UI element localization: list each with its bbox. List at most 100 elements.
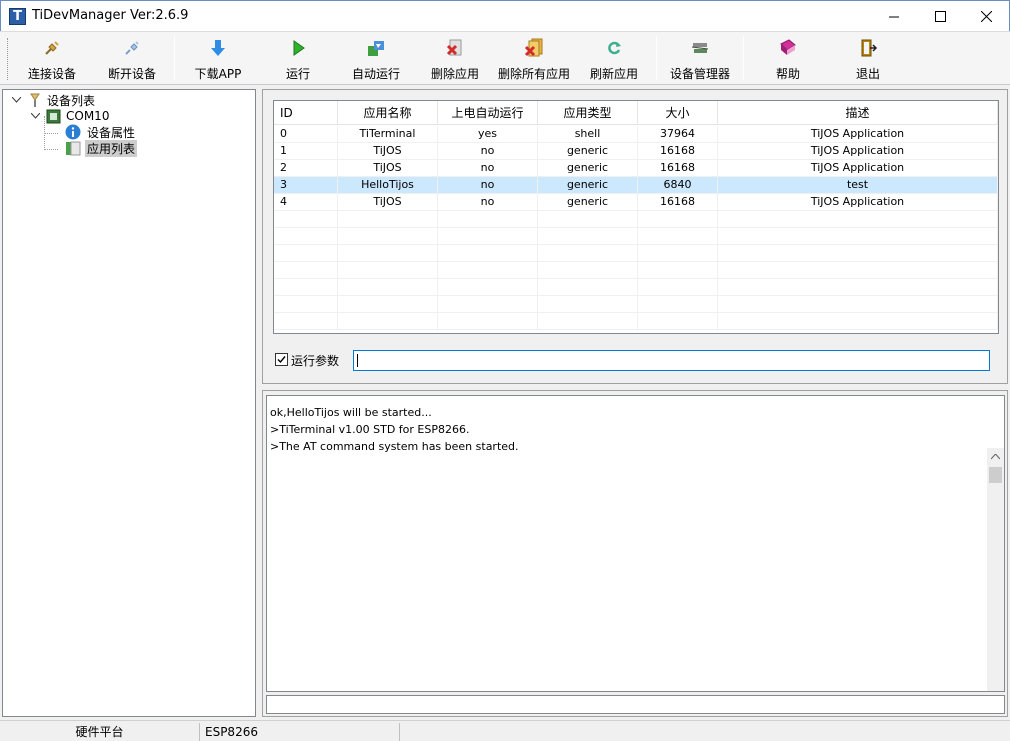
app-list-icon [66,141,81,156]
cell-size: 6840 [638,177,718,194]
run-label: 运行 [285,67,310,81]
empty-row [274,211,998,228]
empty-row [274,262,998,279]
tree-item-app-list[interactable]: 应用列表 [65,139,138,157]
table-row[interactable]: 0 TiTerminal yes shell 37964 TiJOS Appli… [274,126,998,143]
refresh-apps-label: 刷新应用 [589,67,638,81]
antenna-icon [30,93,40,107]
console-output[interactable]: ok,HelloTijos will be started... >TiTerm… [266,395,1005,692]
device-tree[interactable]: 设备列表 COM10 设备属性 应用列表 [2,89,256,717]
column-header[interactable]: 应用名称 [338,101,438,125]
tree-guide [44,149,58,150]
cell-description: TiJOS Application [718,194,998,211]
disconnect-device-button[interactable]: 断开设备 [98,36,166,82]
column-header[interactable]: ID [274,101,338,125]
cell-name: TiTerminal [338,126,438,143]
maximize-icon [934,10,946,22]
tree-item-device-properties[interactable]: 设备属性 [65,124,137,140]
device-manager-button[interactable]: 设备管理器 [664,36,736,82]
tree-item-com10[interactable]: COM10 [30,108,111,124]
toolbar-grip [7,38,10,80]
console-panel: ok,HelloTijos will be started... >TiTerm… [262,390,1008,717]
refresh-icon [608,41,621,55]
console-input[interactable] [266,695,1005,714]
tree-child-label: 应用列表 [85,139,138,157]
chevron-up-icon [991,453,1000,459]
exit-button[interactable]: 退出 [834,36,902,82]
column-header[interactable]: 描述 [718,101,998,125]
table-row[interactable]: 2 TiJOS no generic 16168 TiJOS Applicati… [274,160,998,177]
run-button[interactable]: 运行 [264,36,332,82]
cell-description: TiJOS Application [718,126,998,143]
scroll-thumb[interactable] [989,467,1002,483]
cell-id: 2 [274,160,338,177]
column-header[interactable]: 上电自动运行 [438,101,538,125]
cell-autorun: no [438,194,538,211]
cell-name: HelloTijos [338,177,438,194]
empty-row [274,313,998,330]
cell-size: 16168 [638,160,718,177]
download-app-label: 下载APP [194,67,242,81]
minimize-button[interactable] [871,1,917,31]
cell-name: TiJOS [338,143,438,160]
cell-description: test [718,177,998,194]
run-params-checkbox[interactable] [275,353,288,366]
exit-icon [861,39,878,57]
table-row[interactable]: 4 TiJOS no generic 16168 TiJOS Applicati… [274,194,998,211]
run-params-input[interactable] [353,350,990,371]
app-icon: T [9,8,26,25]
scroll-up-button[interactable] [987,448,1004,465]
column-header[interactable]: 大小 [638,101,718,125]
app-list-panel: ID 应用名称 上电自动运行 应用类型 大小 描述 0 TiTerminal y… [262,89,1008,384]
download-icon [211,40,225,56]
chip-icon [46,109,61,123]
column-header[interactable]: 应用类型 [538,101,638,125]
console-line: >TiTerminal v1.00 STD for ESP8266. [270,423,470,436]
table-row[interactable]: 1 TiJOS no generic 16168 TiJOS Applicati… [274,143,998,160]
console-scrollbar[interactable] [987,448,1004,691]
cell-size: 16168 [638,143,718,160]
connect-icon [45,41,59,55]
cell-type: shell [538,126,638,143]
connect-device-button[interactable]: 连接设备 [18,36,86,82]
connect-device-label: 连接设备 [27,67,76,81]
toolbar: 连接设备 断开设备 下载APP 运行 自动运行 删除应用 删除所有应用 刷新应用… [0,31,1010,85]
tree-child-label: 设备属性 [87,125,136,140]
cell-description: TiJOS Application [718,143,998,160]
collapse-icon[interactable] [30,111,41,122]
refresh-apps-button[interactable]: 刷新应用 [580,36,648,82]
table-row-selected[interactable]: 3 HelloTijos no generic 6840 test [274,177,998,194]
delete-app-label: 删除应用 [430,67,479,81]
delete-app-icon [446,39,462,56]
disconnect-icon [125,41,139,55]
autorun-icon [368,41,384,56]
text-caret [357,354,358,367]
tree-item-device-list[interactable]: 设备列表 [11,92,97,108]
help-label: 帮助 [775,67,800,81]
delete-all-apps-label: 删除所有应用 [497,67,570,81]
maximize-button[interactable] [917,1,963,31]
tree-guide [44,133,58,134]
autorun-button[interactable]: 自动运行 [342,36,410,82]
cell-autorun: no [438,143,538,160]
close-button[interactable] [963,1,1009,31]
status-bar: 硬件平台 ESP8266 [0,720,1010,741]
close-icon [980,10,992,22]
window-title: TiDevManager Ver:2.6.9 [32,8,189,23]
toolbar-separator [174,36,175,80]
collapse-icon[interactable] [11,95,22,106]
console-line: ok,HelloTijos will be started... [270,406,432,419]
cell-type: generic [538,143,638,160]
help-button[interactable]: 帮助 [754,36,822,82]
cell-id: 0 [274,126,338,143]
device-manager-icon [691,43,709,53]
delete-all-apps-button[interactable]: 删除所有应用 [496,36,572,82]
download-app-button[interactable]: 下载APP [184,36,252,82]
empty-row [274,296,998,313]
cell-description: TiJOS Application [718,160,998,177]
console-line: >The AT command system has been started. [270,440,519,453]
delete-app-button[interactable]: 删除应用 [421,36,489,82]
tree-root-label: 设备列表 [47,93,96,108]
cell-autorun: no [438,160,538,177]
app-list-view[interactable]: ID 应用名称 上电自动运行 应用类型 大小 描述 0 TiTerminal y… [273,100,999,334]
